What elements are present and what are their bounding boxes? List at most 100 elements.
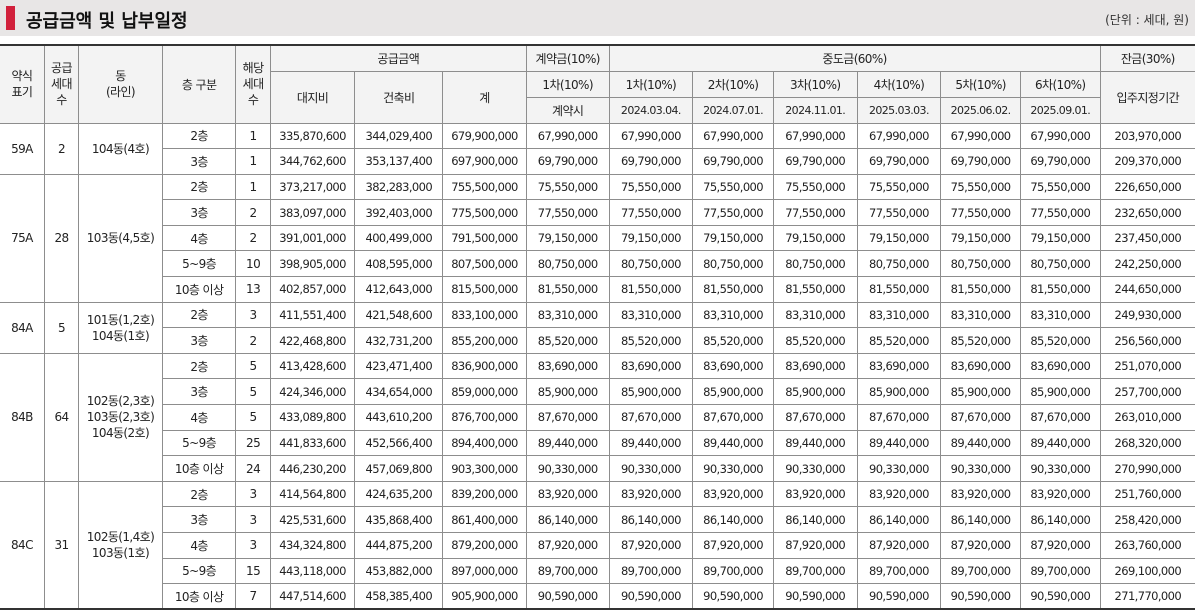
- middle-payment-6-cell: 69,790,000: [1019, 148, 1101, 175]
- land-price-cell: 398,905,000: [269, 250, 356, 278]
- table-row: 10층 이상 24 446,230,200 457,069,800 903,300,00…: [0, 455, 1195, 482]
- deposit-cell: 81,550,000: [525, 276, 610, 303]
- floor-cell: 5~9층: [162, 557, 237, 585]
- balance-cell: 270,990,000: [1099, 455, 1195, 482]
- middle-payment-4-cell: 90,330,000: [856, 455, 942, 482]
- middle-payment-6-cell: 90,590,000: [1019, 583, 1101, 610]
- middle-payment-1-cell: 83,920,000: [608, 480, 694, 508]
- middle-payment-6-cell: 86,140,000: [1019, 506, 1101, 533]
- middle-payment-5-cell: 80,750,000: [940, 250, 1021, 278]
- land-price-cell: 413,428,600: [269, 352, 356, 380]
- middle-payment-1-cell: 75,550,000: [608, 173, 694, 201]
- balance-cell: 209,370,000: [1099, 148, 1195, 175]
- deposit-cell: 89,440,000: [525, 429, 610, 457]
- balance-cell: 269,100,000: [1099, 557, 1195, 585]
- middle-payment-1-cell: 77,550,000: [608, 199, 694, 226]
- balance-cell: 251,760,000: [1099, 480, 1195, 508]
- middle-payment-5-cell: 85,900,000: [940, 378, 1021, 406]
- middle-payment-4-cell: 80,750,000: [856, 250, 942, 278]
- middle-payment-6-cell: 87,920,000: [1019, 532, 1101, 559]
- header-mid-1-date: 2024.03.04.: [608, 96, 694, 124]
- units-cell: 2: [235, 199, 271, 226]
- middle-payment-2-cell: 69,790,000: [692, 148, 774, 175]
- middle-payment-1-cell: 86,140,000: [608, 506, 694, 533]
- supply-units-cell: 5: [43, 301, 80, 354]
- units-cell: 10: [235, 250, 271, 278]
- land-price-cell: 402,857,000: [269, 276, 356, 303]
- middle-payment-1-cell: 83,690,000: [608, 352, 694, 380]
- deposit-cell: 79,150,000: [525, 224, 610, 252]
- header-type: 약식 표기: [0, 44, 45, 124]
- table-row: 3층 1 344,762,600 353,137,400 697,900,000 69,7…: [0, 148, 1195, 175]
- total-price-cell: 791,500,000: [442, 224, 527, 252]
- total-price-cell: 833,100,000: [442, 301, 527, 329]
- middle-payment-1-cell: 81,550,000: [608, 276, 694, 303]
- dong-cell: 102동(2,3호) 103동(2,3호) 104동(2호): [78, 352, 163, 482]
- deposit-cell: 83,310,000: [525, 301, 610, 329]
- deposit-cell: 77,550,000: [525, 199, 610, 226]
- middle-payment-2-cell: 81,550,000: [692, 276, 774, 303]
- units-cell: 24: [235, 455, 271, 482]
- middle-payment-2-cell: 83,920,000: [692, 480, 774, 508]
- units-cell: 2: [235, 327, 271, 354]
- middle-payment-1-cell: 87,670,000: [608, 404, 694, 431]
- total-price-cell: 905,900,000: [442, 583, 527, 610]
- land-price-cell: 391,001,000: [269, 224, 356, 252]
- middle-payment-4-cell: 86,140,000: [856, 506, 942, 533]
- middle-payment-4-cell: 85,900,000: [856, 378, 942, 406]
- middle-payment-1-cell: 89,440,000: [608, 429, 694, 457]
- middle-payment-1-cell: 90,590,000: [608, 583, 694, 610]
- header-mid-6-date: 2025.09.01.: [1019, 96, 1101, 124]
- middle-payment-6-cell: 89,440,000: [1019, 429, 1101, 457]
- deposit-cell: 85,900,000: [525, 378, 610, 406]
- building-price-cell: 400,499,000: [354, 224, 444, 252]
- units-cell: 2: [235, 224, 271, 252]
- floor-cell: 5~9층: [162, 250, 237, 278]
- middle-payment-5-cell: 87,670,000: [940, 404, 1021, 431]
- middle-payment-6-cell: 79,150,000: [1019, 224, 1101, 252]
- header-deposit: 계약금(10%): [525, 44, 610, 72]
- type-cell: 84B: [0, 352, 45, 482]
- page-title: 공급금액 및 납부일정: [26, 11, 188, 32]
- table-row: 5~9층 15 443,118,000 453,882,000 897,000,000 8…: [0, 557, 1195, 585]
- header-supply-price: 공급금액: [269, 44, 527, 72]
- table-row: 3층 2 383,097,000 392,403,000 775,500,000 77,5…: [0, 199, 1195, 226]
- land-price-cell: 446,230,200: [269, 455, 356, 482]
- middle-payment-5-cell: 89,440,000: [940, 429, 1021, 457]
- balance-cell: 249,930,000: [1099, 301, 1195, 329]
- middle-payment-2-cell: 86,140,000: [692, 506, 774, 533]
- type-cell: 84A: [0, 301, 45, 354]
- building-price-cell: 412,643,000: [354, 276, 444, 303]
- middle-payment-2-cell: 85,900,000: [692, 378, 774, 406]
- deposit-cell: 85,520,000: [525, 327, 610, 354]
- middle-payment-6-cell: 83,920,000: [1019, 480, 1101, 508]
- dong-label: 103동(4,5호): [86, 231, 155, 246]
- middle-payment-1-cell: 69,790,000: [608, 148, 694, 175]
- total-price-cell: 894,400,000: [442, 429, 527, 457]
- dong-label: 104동(4호): [91, 141, 150, 156]
- land-price-cell: 443,118,000: [269, 557, 356, 585]
- table-row: 84A 5 101동(1,2호) 104동(1호) 2층 3 411,551,400 421,…: [0, 301, 1195, 354]
- middle-payment-1-cell: 79,150,000: [608, 224, 694, 252]
- floor-cell: 2층: [161, 122, 237, 150]
- middle-payment-5-cell: 81,550,000: [940, 276, 1021, 303]
- total-price-cell: 859,000,000: [442, 378, 527, 406]
- middle-payment-2-cell: 89,700,000: [692, 557, 774, 585]
- building-price-cell: 353,137,400: [354, 148, 444, 175]
- total-price-cell: 855,200,000: [442, 327, 527, 354]
- middle-payment-1-cell: 85,900,000: [608, 378, 694, 406]
- total-price-cell: 807,500,000: [442, 250, 527, 278]
- middle-payment-5-cell: 69,790,000: [940, 148, 1021, 175]
- middle-payment-6-cell: 85,520,000: [1019, 327, 1101, 354]
- land-price-cell: 422,468,800: [269, 327, 356, 354]
- land-price-cell: 411,551,400: [269, 301, 356, 329]
- table-row: 5~9층 10 398,905,000 408,595,000 807,500,000 8…: [0, 250, 1195, 278]
- middle-payment-4-cell: 85,520,000: [856, 327, 942, 354]
- header-balance-date: 입주지정기간: [1099, 70, 1195, 124]
- middle-payment-5-cell: 90,590,000: [940, 583, 1021, 610]
- middle-payment-2-cell: 89,440,000: [692, 429, 774, 457]
- table-row: 4층 3 434,324,800 444,875,200 879,200,000 87,9…: [0, 532, 1195, 559]
- floor-cell: 2층: [161, 301, 237, 329]
- table-row: 84C 31 102동(1,4호) 103동(1호) 2층 3 414,564,800 424…: [0, 480, 1195, 610]
- header-mid-3: 3차(10%): [772, 70, 858, 98]
